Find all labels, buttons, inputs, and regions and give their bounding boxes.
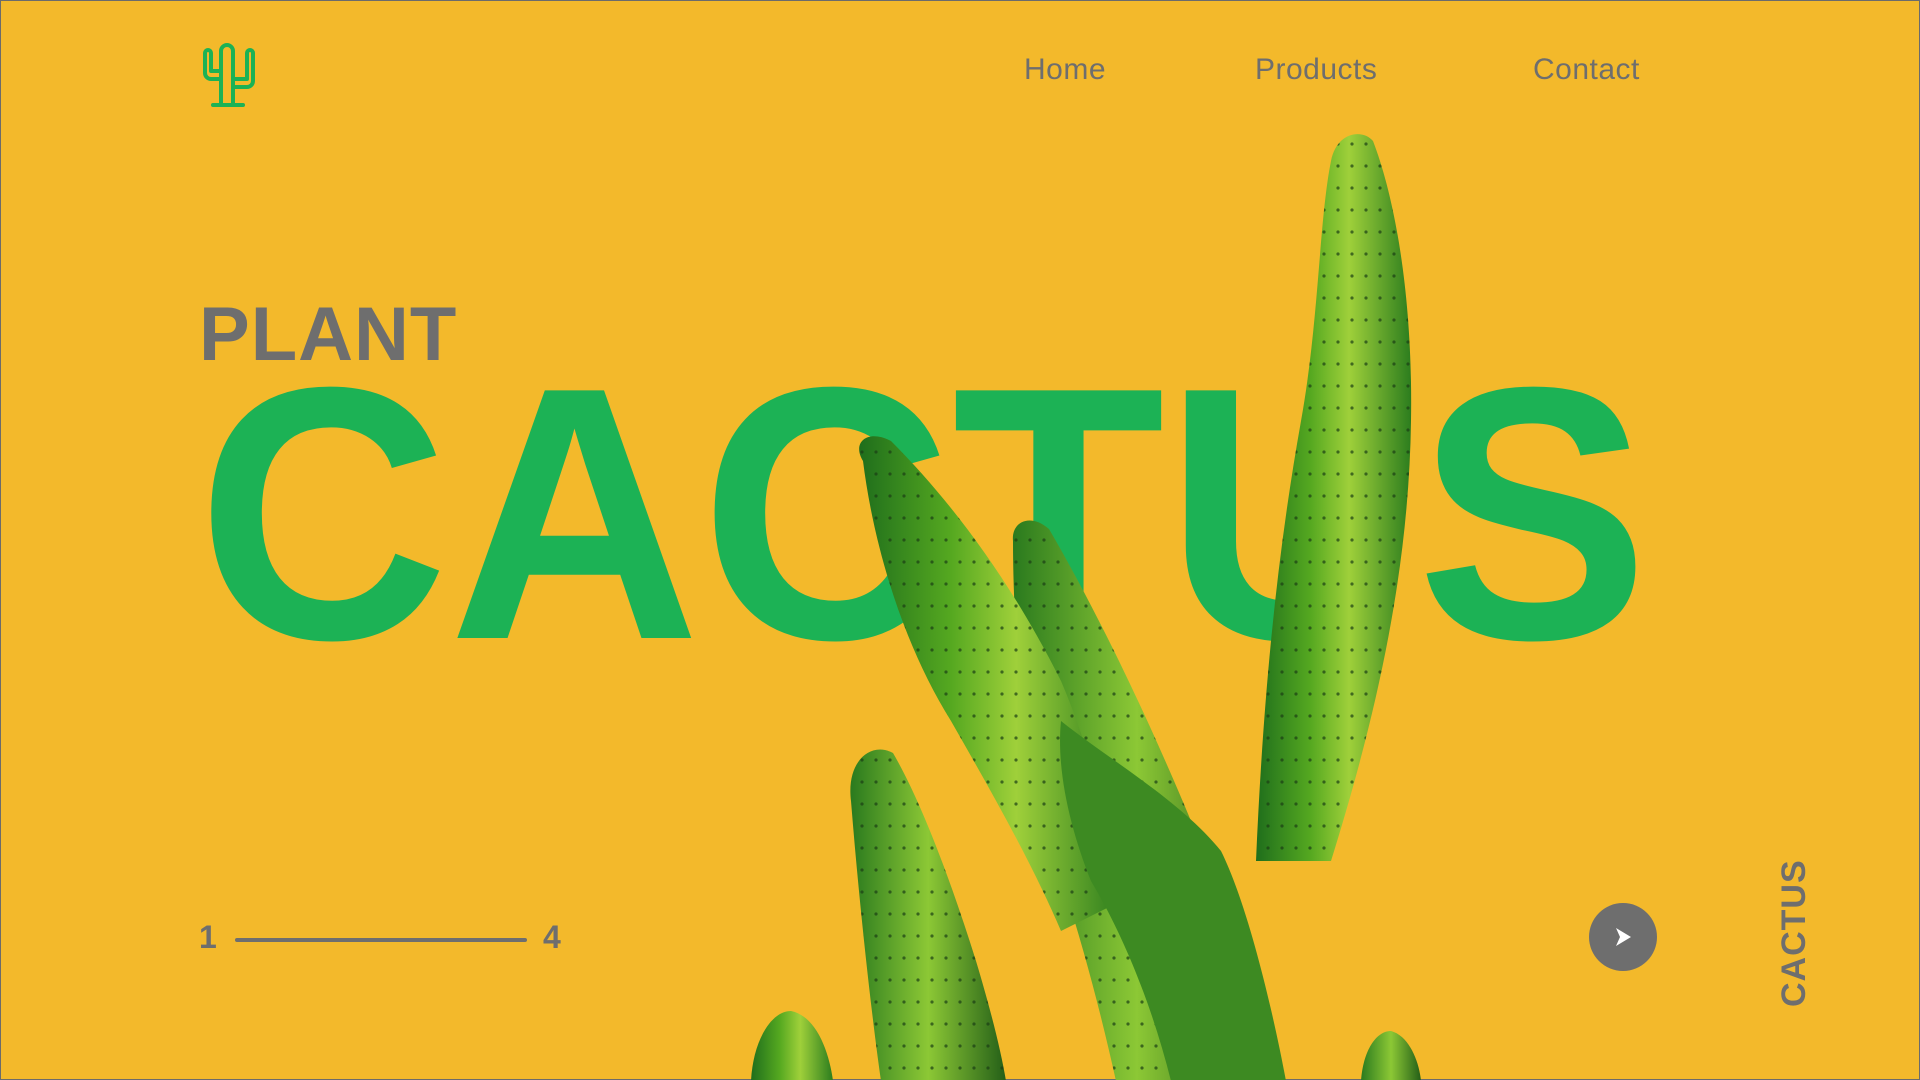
next-slide-button[interactable] [1589, 903, 1657, 971]
nav-home-link[interactable]: Home [1024, 53, 1106, 87]
pager-progress-track[interactable] [235, 938, 527, 942]
main-nav: Home Products Contact [1, 53, 1920, 93]
slide-pager: 1 4 [199, 919, 569, 959]
pager-total: 4 [543, 919, 561, 955]
play-arrow-icon [1616, 928, 1631, 946]
hero-title-text: CACTUS [197, 363, 1649, 653]
hero-title: CACTUS [197, 363, 1649, 653]
nav-contact-link[interactable]: Contact [1533, 53, 1640, 87]
nav-products-link[interactable]: Products [1255, 53, 1377, 87]
pager-current: 1 [199, 919, 217, 955]
side-label: CACTUS [1775, 859, 1813, 1007]
